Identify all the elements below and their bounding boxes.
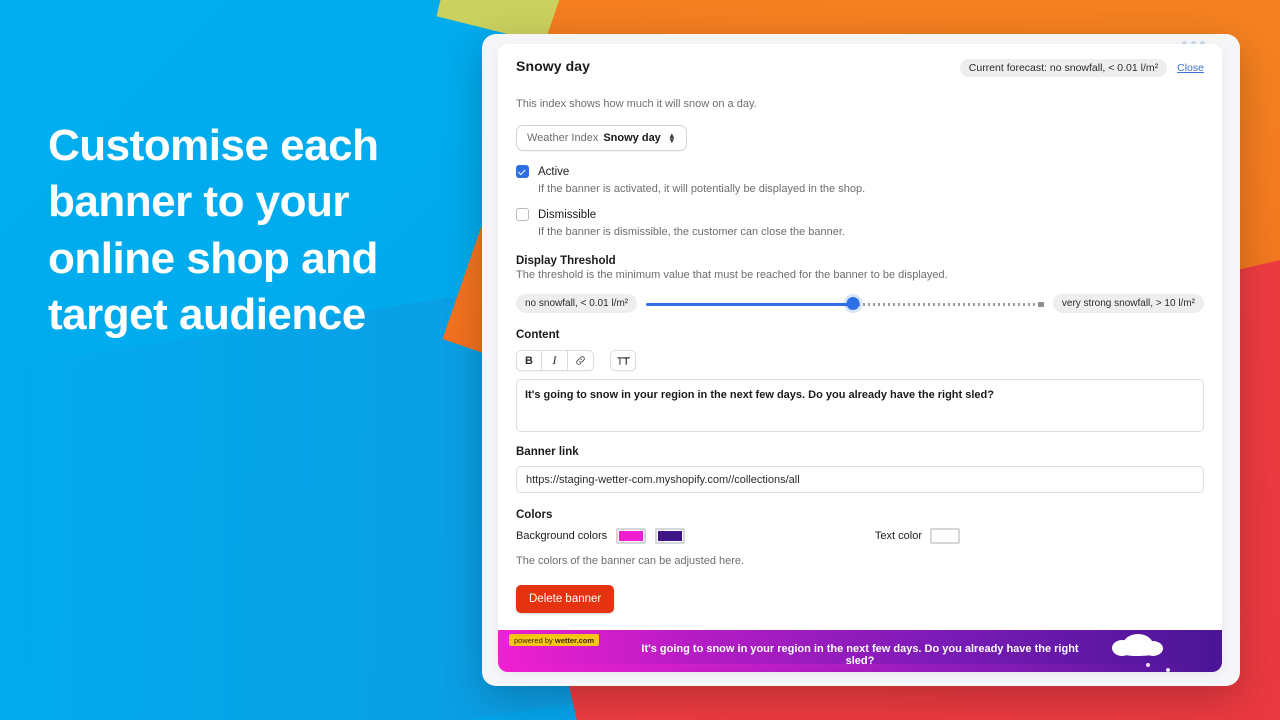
close-link[interactable]: Close bbox=[1177, 62, 1204, 74]
banner-glow bbox=[498, 664, 1222, 672]
banner-preview: powered by wetter.com It's going to snow… bbox=[498, 630, 1222, 672]
background-color-fill-1 bbox=[619, 531, 644, 541]
banner-settings-card: Snowy day Current forecast: no snowfall,… bbox=[498, 44, 1222, 672]
threshold-slider-fill bbox=[646, 302, 853, 306]
background-color-swatch-1[interactable] bbox=[616, 528, 647, 544]
colors-title: Colors bbox=[516, 509, 553, 521]
marketing-headline: Customise each banner to your online sho… bbox=[48, 118, 448, 343]
text-size-icon[interactable] bbox=[610, 350, 636, 371]
banner-link-title: Banner link bbox=[516, 446, 579, 458]
card-header-actions: Current forecast: no snowfall, < 0.01 l/… bbox=[959, 59, 1204, 77]
text-color-label: Text color bbox=[874, 530, 922, 542]
background-colors-group: Background colors bbox=[516, 528, 686, 544]
display-threshold-help: The threshold is the minimum value that … bbox=[516, 269, 948, 281]
threshold-slider-ticks bbox=[852, 302, 1044, 306]
content-editor[interactable]: It's going to snow in your region in the… bbox=[516, 379, 1204, 432]
text-color-fill bbox=[933, 531, 957, 541]
active-checkbox-row[interactable]: Active bbox=[516, 165, 1204, 178]
link-glyph bbox=[576, 356, 585, 365]
threshold-max-label: very strong snowfall, > 10 l/m² bbox=[1052, 294, 1204, 313]
threshold-min-label: no snowfall, < 0.01 l/m² bbox=[516, 294, 638, 313]
italic-glyph: I bbox=[552, 353, 557, 367]
background-color-swatch-2[interactable] bbox=[655, 528, 686, 544]
colors-help: The colors of the banner can be adjusted… bbox=[516, 555, 745, 567]
italic-icon[interactable]: I bbox=[542, 350, 568, 371]
delete-banner-button[interactable]: Delete banner bbox=[516, 585, 615, 613]
threshold-slider-row: no snowfall, < 0.01 l/m² very strong sno… bbox=[516, 294, 1204, 313]
text-color-group: Text color bbox=[875, 528, 960, 544]
threshold-slider[interactable] bbox=[646, 296, 1044, 311]
bold-glyph: B bbox=[525, 354, 533, 367]
dismissible-checkbox-row[interactable]: Dismissible bbox=[516, 208, 1204, 221]
headline-line-2: banner to your bbox=[48, 177, 350, 227]
page-title: Snowy day bbox=[516, 58, 591, 74]
dismissible-checkbox-label: Dismissible bbox=[538, 208, 597, 221]
dismissible-checkbox-help: If the banner is dismissible, the custom… bbox=[538, 226, 845, 238]
content-title: Content bbox=[516, 329, 560, 341]
threshold-slider-end-cap bbox=[1037, 301, 1044, 307]
threshold-slider-thumb[interactable] bbox=[846, 296, 860, 310]
editor-toolbar: B I bbox=[516, 350, 1204, 371]
headline-line-4: target audience bbox=[48, 289, 366, 339]
active-checkbox-label: Active bbox=[538, 165, 570, 178]
dismissible-checkbox[interactable] bbox=[516, 208, 529, 221]
text-size-glyph bbox=[616, 356, 630, 365]
toggles-group: Active If the banner is activated, it wi… bbox=[516, 165, 1204, 238]
card-content: Snowy day Current forecast: no snowfall,… bbox=[498, 44, 1222, 672]
weather-index-select-label: Weather Index bbox=[527, 132, 599, 144]
display-threshold-section: Display Threshold The threshold is the m… bbox=[516, 255, 1204, 313]
card-header: Snowy day Current forecast: no snowfall,… bbox=[516, 58, 1204, 77]
content-section: Content B I It's going to snow in your r… bbox=[516, 329, 1204, 432]
cloud-base bbox=[1115, 645, 1161, 656]
editor-format-group: B I bbox=[516, 350, 594, 371]
background-color-fill-2 bbox=[658, 531, 683, 541]
index-description: This index shows how much it will snow o… bbox=[516, 98, 757, 110]
bold-icon[interactable]: B bbox=[516, 350, 542, 371]
banner-link-section: Banner link bbox=[516, 446, 1204, 493]
weather-index-select[interactable]: Weather Index Snowy day ▲ ▼ bbox=[516, 125, 687, 151]
weather-index-select-value: Snowy day bbox=[603, 132, 661, 144]
link-icon[interactable] bbox=[568, 350, 594, 371]
active-checkbox[interactable] bbox=[516, 165, 529, 178]
active-checkbox-help: If the banner is activated, it will pote… bbox=[538, 183, 866, 195]
display-threshold-title: Display Threshold bbox=[516, 255, 616, 267]
colors-section: Colors Background colors Text color The … bbox=[516, 509, 1204, 567]
text-color-swatch[interactable] bbox=[930, 528, 960, 544]
headline-line-3: online shop and bbox=[48, 233, 378, 283]
headline-line-1: Customise each bbox=[48, 121, 379, 170]
banner-link-input[interactable] bbox=[516, 466, 1204, 493]
snow-cloud-icon bbox=[1112, 634, 1164, 656]
current-forecast-badge: Current forecast: no snowfall, < 0.01 l/… bbox=[959, 59, 1168, 77]
colors-row: Background colors Text color bbox=[516, 528, 1204, 544]
background-colors-label: Background colors bbox=[516, 530, 608, 542]
chevron-down-glyph: ▼ bbox=[667, 136, 676, 145]
chevron-updown-icon: ▲ ▼ bbox=[667, 132, 676, 145]
